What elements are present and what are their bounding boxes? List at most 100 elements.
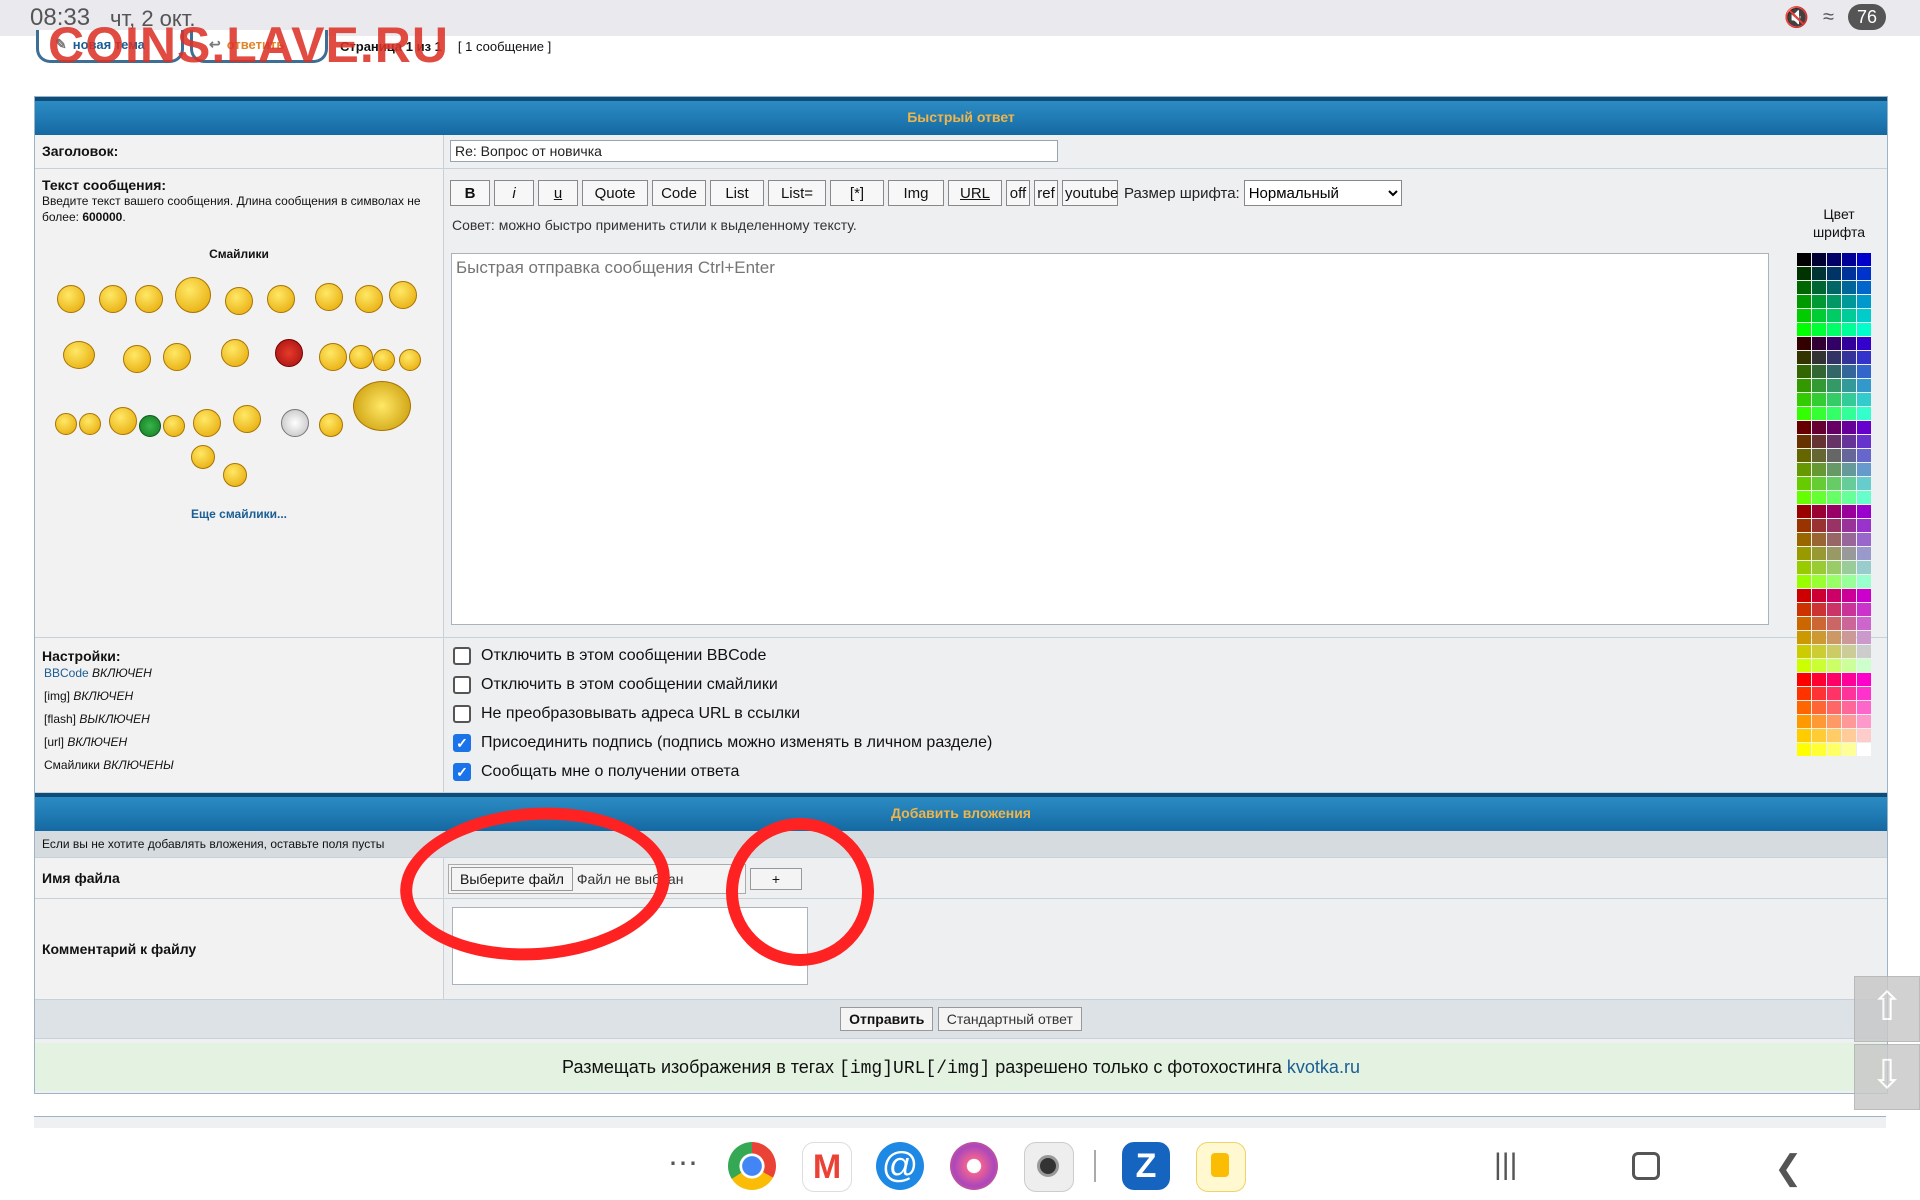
bbcode-link[interactable]: BBCode (44, 666, 89, 680)
color-swatch[interactable] (1857, 309, 1871, 322)
color-swatch[interactable] (1857, 561, 1871, 574)
color-swatch[interactable] (1827, 743, 1841, 756)
smiley-icon[interactable] (319, 413, 343, 437)
smiley-icon[interactable] (55, 413, 77, 435)
color-swatch[interactable] (1797, 673, 1811, 686)
color-swatch[interactable] (1842, 463, 1856, 476)
color-swatch[interactable] (1827, 281, 1841, 294)
color-swatch[interactable] (1797, 589, 1811, 602)
smiley-icon[interactable] (163, 343, 191, 371)
url-button[interactable]: URL (948, 180, 1002, 206)
color-swatch[interactable] (1812, 715, 1826, 728)
color-swatch[interactable] (1827, 659, 1841, 672)
color-swatch[interactable] (1827, 561, 1841, 574)
color-swatch[interactable] (1842, 295, 1856, 308)
color-swatch[interactable] (1827, 645, 1841, 658)
color-swatch[interactable] (1842, 645, 1856, 658)
color-swatch[interactable] (1827, 253, 1841, 266)
smiley-icon[interactable] (191, 445, 215, 469)
message-textarea[interactable] (451, 253, 1769, 625)
color-swatch[interactable] (1812, 407, 1826, 420)
color-swatch[interactable] (1812, 645, 1826, 658)
smiley-icon[interactable] (233, 405, 261, 433)
color-swatch[interactable] (1797, 645, 1811, 658)
option-attach-signature[interactable]: ✓ Присоединить подпись (подпись можно из… (453, 734, 992, 752)
color-swatch[interactable] (1797, 365, 1811, 378)
keep-notes-icon[interactable] (1196, 1142, 1246, 1192)
color-swatch[interactable] (1812, 351, 1826, 364)
color-swatch[interactable] (1842, 267, 1856, 280)
color-swatch[interactable] (1857, 365, 1871, 378)
smiley-icon[interactable] (123, 345, 151, 373)
color-swatch[interactable] (1842, 687, 1856, 700)
smiley-icon[interactable] (355, 285, 383, 313)
color-swatch[interactable] (1797, 617, 1811, 630)
color-swatch[interactable] (1812, 267, 1826, 280)
color-swatch[interactable] (1827, 435, 1841, 448)
color-swatch[interactable] (1827, 505, 1841, 518)
color-swatch[interactable] (1842, 421, 1856, 434)
color-swatch[interactable] (1827, 547, 1841, 560)
font-color-palette[interactable] (1797, 253, 1871, 756)
color-swatch[interactable] (1797, 659, 1811, 672)
color-swatch[interactable] (1812, 379, 1826, 392)
color-swatch[interactable] (1812, 309, 1826, 322)
color-swatch[interactable] (1857, 659, 1871, 672)
color-swatch[interactable] (1857, 631, 1871, 644)
color-swatch[interactable] (1812, 603, 1826, 616)
color-swatch[interactable] (1827, 701, 1841, 714)
bold-button[interactable]: B (450, 180, 490, 206)
color-swatch[interactable] (1812, 617, 1826, 630)
color-swatch[interactable] (1842, 379, 1856, 392)
color-swatch[interactable] (1842, 435, 1856, 448)
color-swatch[interactable] (1857, 603, 1871, 616)
color-swatch[interactable] (1842, 631, 1856, 644)
color-swatch[interactable] (1842, 491, 1856, 504)
list-item-button[interactable]: [*] (830, 180, 884, 206)
camera-icon[interactable] (1024, 1142, 1074, 1192)
smiley-icon[interactable] (109, 407, 137, 435)
color-swatch[interactable] (1797, 337, 1811, 350)
color-swatch[interactable] (1857, 295, 1871, 308)
color-swatch[interactable] (1842, 701, 1856, 714)
color-swatch[interactable] (1812, 463, 1826, 476)
color-swatch[interactable] (1827, 393, 1841, 406)
color-swatch[interactable] (1857, 281, 1871, 294)
color-swatch[interactable] (1812, 393, 1826, 406)
img-button[interactable]: Img (888, 180, 944, 206)
color-swatch[interactable] (1842, 659, 1856, 672)
color-swatch[interactable] (1857, 491, 1871, 504)
color-swatch[interactable] (1827, 673, 1841, 686)
zoom-icon[interactable]: Z (1122, 1142, 1170, 1190)
color-swatch[interactable] (1842, 365, 1856, 378)
color-swatch[interactable] (1797, 701, 1811, 714)
smiley-icon[interactable] (79, 413, 101, 435)
color-swatch[interactable] (1857, 351, 1871, 364)
color-swatch[interactable] (1842, 505, 1856, 518)
smiley-icon[interactable] (267, 285, 295, 313)
italic-button[interactable]: i (494, 180, 534, 206)
color-swatch[interactable] (1842, 281, 1856, 294)
color-swatch[interactable] (1797, 533, 1811, 546)
more-smilies-link[interactable]: Еще смайлики... (35, 507, 443, 521)
color-swatch[interactable] (1857, 715, 1871, 728)
color-swatch[interactable] (1797, 631, 1811, 644)
color-swatch[interactable] (1812, 365, 1826, 378)
color-swatch[interactable] (1797, 407, 1811, 420)
color-swatch[interactable] (1842, 547, 1856, 560)
gmail-icon[interactable]: M (802, 1142, 852, 1192)
color-swatch[interactable] (1827, 267, 1841, 280)
color-swatch[interactable] (1857, 379, 1871, 392)
color-swatch[interactable] (1827, 295, 1841, 308)
smiley-icon[interactable] (319, 343, 347, 371)
arrow-up-icon[interactable]: ⇧ (1854, 976, 1920, 1042)
color-swatch[interactable] (1842, 351, 1856, 364)
color-swatch[interactable] (1842, 393, 1856, 406)
smiley-icon[interactable] (175, 277, 211, 313)
color-swatch[interactable] (1857, 449, 1871, 462)
color-swatch[interactable] (1797, 309, 1811, 322)
smiley-icon[interactable] (315, 283, 343, 311)
smiley-icon[interactable] (275, 339, 303, 367)
color-swatch[interactable] (1842, 323, 1856, 336)
color-swatch[interactable] (1857, 435, 1871, 448)
